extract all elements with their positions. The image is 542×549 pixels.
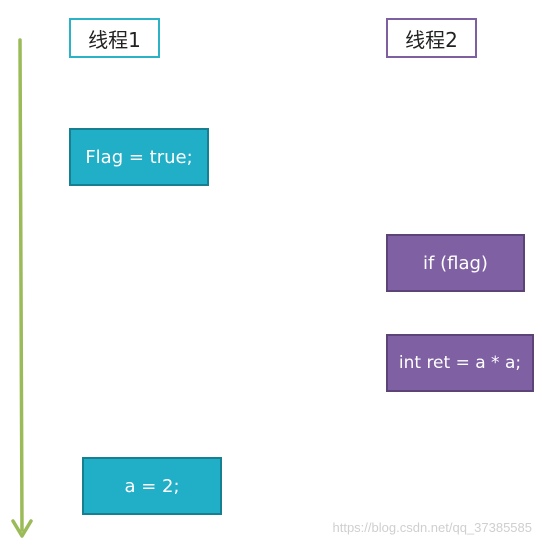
diagram-canvas: 线程1 线程2 Flag = true; if (flag) int ret =… <box>0 0 542 549</box>
thread1-step-set-flag: Flag = true; <box>69 128 209 186</box>
thread2-step-compute-ret: int ret = a * a; <box>386 334 534 392</box>
thread2-header: 线程2 <box>386 18 477 58</box>
thread1-step-assign-a: a = 2; <box>82 457 222 515</box>
watermark-text: https://blog.csdn.net/qq_37385585 <box>332 520 533 535</box>
thread2-step-if-flag: if (flag) <box>386 234 525 292</box>
thread1-header: 线程1 <box>69 18 160 58</box>
